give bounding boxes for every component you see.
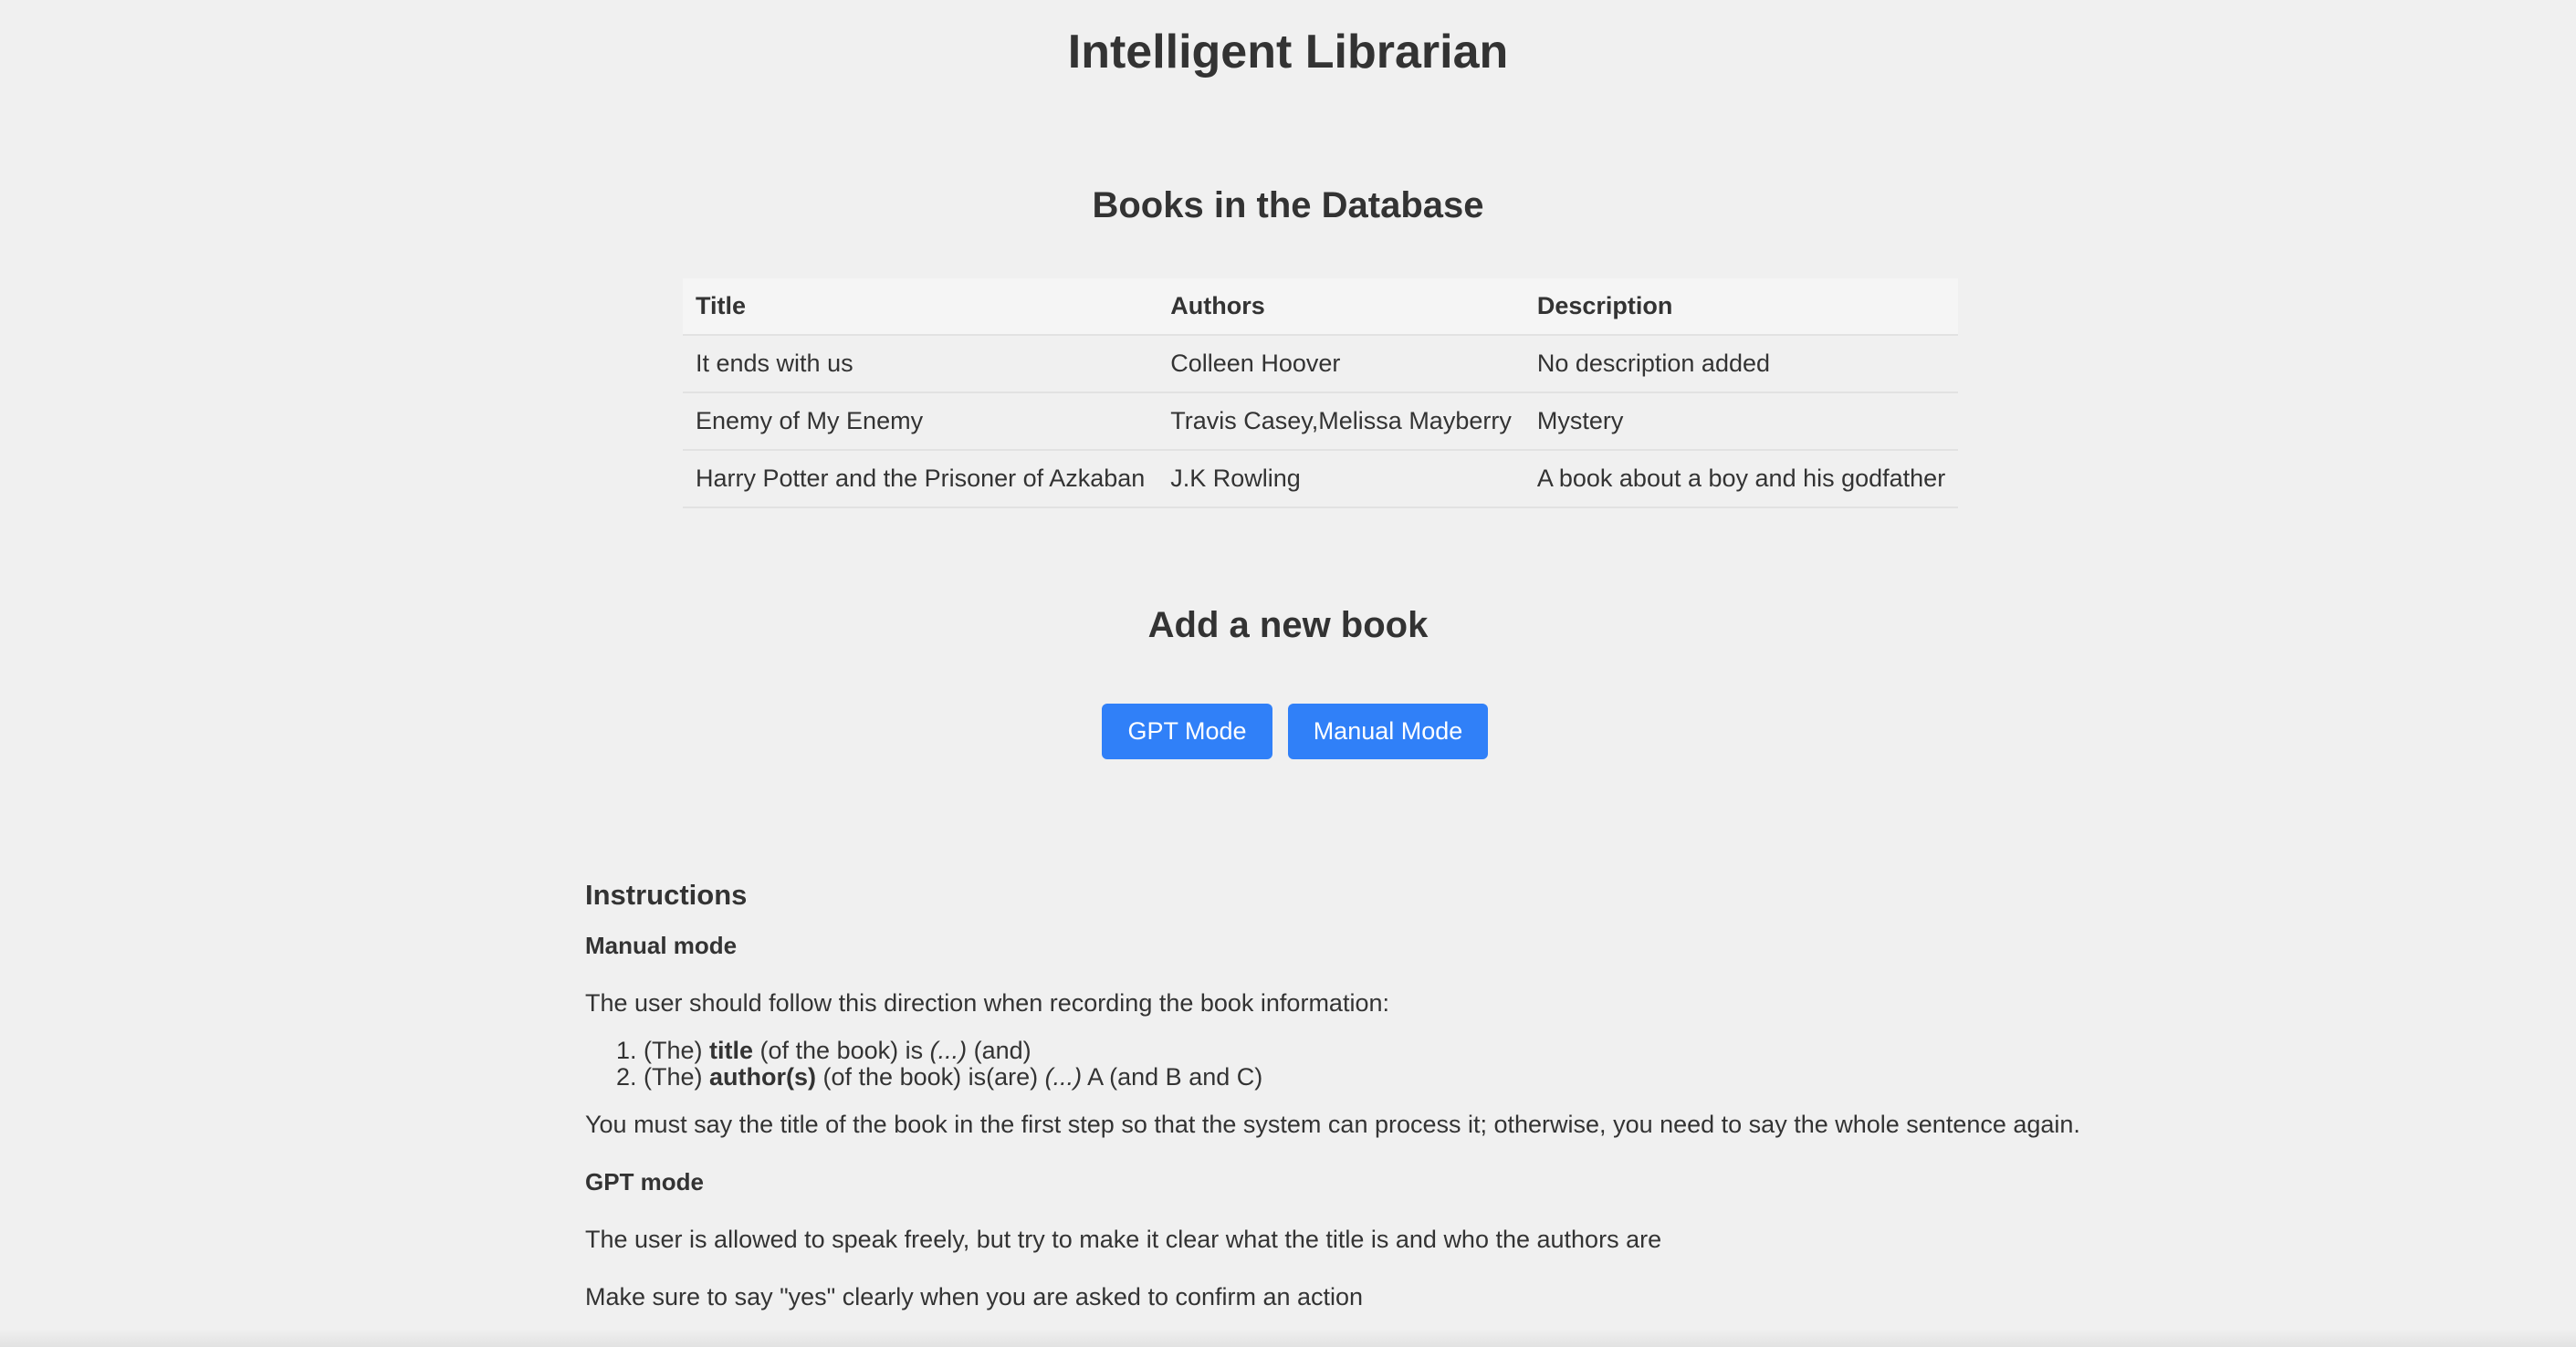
- manual-mode-intro: The user should follow this direction wh…: [585, 989, 1389, 1017]
- step-keyword: author(s): [709, 1063, 817, 1091]
- table-row: It ends with us Colleen Hoover No descri…: [683, 335, 1959, 393]
- step-placeholder: (...): [929, 1037, 968, 1064]
- manual-steps-list: (The) title (of the book) is (...) (and)…: [585, 1038, 2137, 1091]
- step-keyword: title: [709, 1037, 754, 1064]
- step-prefix: (The): [644, 1063, 710, 1091]
- book-title-cell: It ends with us: [683, 335, 1158, 393]
- gpt-mode-text: The user is allowed to speak freely, but…: [585, 1226, 1662, 1253]
- step-suffix: (and): [967, 1037, 1031, 1064]
- bottom-shadow: [0, 1329, 2576, 1347]
- book-title-cell: Harry Potter and the Prisoner of Azkaban: [683, 450, 1158, 508]
- book-description-cell: No description added: [1524, 335, 1959, 393]
- table-header-row: Title Authors Description: [683, 278, 1959, 336]
- confirm-text: Make sure to say "yes" clearly when you …: [585, 1283, 1364, 1310]
- list-item: (The) author(s) (of the book) is(are) (.…: [644, 1064, 2137, 1091]
- step-middle: (of the book) is: [753, 1037, 930, 1064]
- instructions-title: Instructions: [585, 879, 748, 911]
- column-header-authors: Authors: [1157, 278, 1524, 336]
- page-title: Intelligent Librarian: [1067, 26, 1509, 78]
- list-item: (The) title (of the book) is (...) (and): [644, 1038, 2137, 1064]
- book-authors-cell: Colleen Hoover: [1157, 335, 1524, 393]
- manual-mode-heading: Manual mode: [585, 932, 738, 959]
- add-book-title: Add a new book: [1147, 605, 1429, 645]
- column-header-title: Title: [683, 278, 1158, 336]
- manual-mode-note: You must say the title of the book in th…: [585, 1111, 2080, 1138]
- gpt-mode-heading: GPT mode: [585, 1168, 705, 1196]
- step-suffix: A (and B and C): [1082, 1063, 1263, 1091]
- book-authors-cell: Travis Casey,Melissa Mayberry: [1157, 392, 1524, 451]
- table-row: Harry Potter and the Prisoner of Azkaban…: [683, 450, 1959, 508]
- step-prefix: (The): [644, 1037, 710, 1064]
- table-row: Enemy of My Enemy Travis Casey,Melissa M…: [683, 392, 1959, 451]
- books-table: Title Authors Description It ends with u…: [683, 278, 1959, 508]
- book-description-cell: A book about a boy and his godfather: [1524, 450, 1959, 508]
- manual-mode-button[interactable]: Manual Mode: [1288, 704, 1488, 759]
- gpt-mode-button[interactable]: GPT Mode: [1102, 704, 1272, 759]
- step-middle: (of the book) is(are): [816, 1063, 1045, 1091]
- step-placeholder: (...): [1044, 1063, 1083, 1091]
- books-section-title: Books in the Database: [1092, 185, 1484, 225]
- book-description-cell: Mystery: [1524, 392, 1959, 451]
- book-authors-cell: J.K Rowling: [1157, 450, 1524, 508]
- column-header-description: Description: [1524, 278, 1959, 336]
- book-title-cell: Enemy of My Enemy: [683, 392, 1158, 451]
- instructions-section: Instructions Manual mode The user should…: [585, 874, 2137, 1312]
- mode-buttons: GPT Mode Manual Mode: [1102, 704, 1488, 759]
